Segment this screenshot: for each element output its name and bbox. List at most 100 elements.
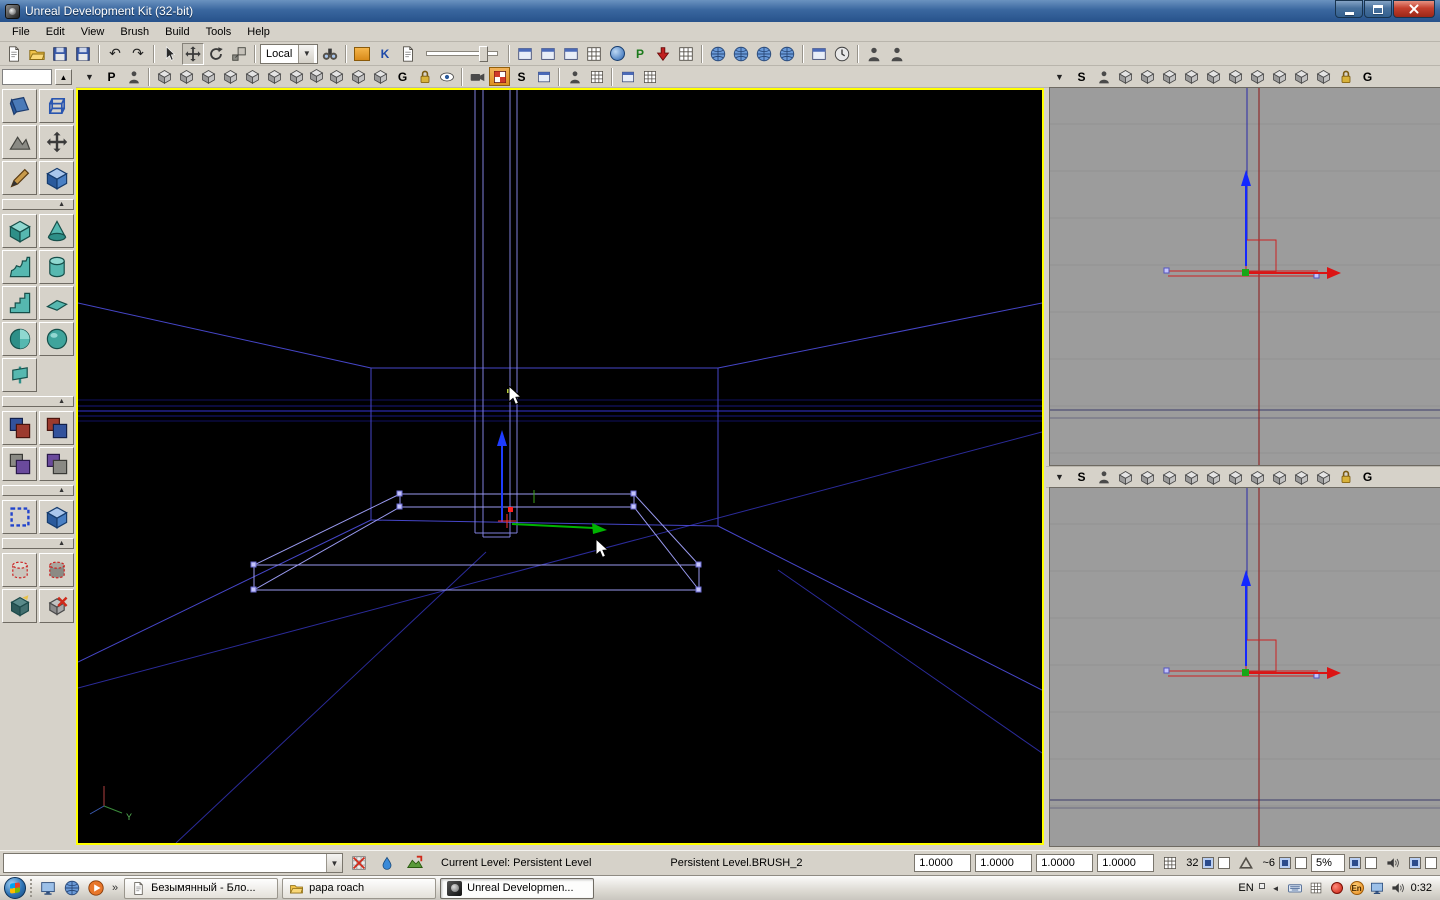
mode-geometry-button[interactable] — [39, 89, 74, 123]
search-button[interactable] — [319, 43, 341, 65]
drawscale-x-field[interactable]: 1.0000 — [914, 854, 971, 872]
chevron-down-icon[interactable]: ▼ — [298, 45, 314, 63]
show-flag-button[interactable] — [1181, 468, 1202, 487]
chevron-down-icon[interactable]: ▼ — [326, 854, 342, 872]
maximize-viewport-button[interactable] — [617, 67, 638, 86]
vertex-handle[interactable] — [1164, 268, 1169, 273]
slider-handle[interactable] — [479, 46, 488, 62]
gizmo-y-arrowhead[interactable] — [592, 523, 607, 534]
add-blocking-volume-button[interactable] — [39, 553, 74, 587]
rotate-tool-button[interactable] — [205, 43, 227, 65]
show-flag-button[interactable] — [1225, 67, 1246, 86]
puppet-button[interactable] — [1093, 67, 1114, 86]
show-flag-button[interactable] — [242, 67, 263, 86]
editor-window-button[interactable] — [808, 43, 830, 65]
menu-build[interactable]: Build — [157, 24, 197, 40]
paint-tool-button[interactable] — [375, 853, 399, 873]
show-flag-button[interactable] — [1269, 468, 1290, 487]
build-geometry-button[interactable] — [707, 43, 729, 65]
viewport-type-perspective[interactable]: P — [101, 67, 122, 86]
show-flag-button[interactable] — [1115, 468, 1136, 487]
show-flag-button[interactable] — [1159, 468, 1180, 487]
show-hidden-button[interactable] — [436, 67, 457, 86]
minimize-button[interactable] — [1335, 0, 1363, 18]
angle-snap-checkbox-2[interactable] — [1295, 857, 1307, 869]
open-file-button[interactable] — [26, 43, 48, 65]
angle-snap-checkbox[interactable] — [1279, 857, 1291, 869]
vertex-handle[interactable] — [1164, 668, 1169, 673]
game-view-toggle[interactable]: G — [1357, 67, 1378, 86]
csg-deintersect-button[interactable] — [39, 447, 74, 481]
show-flag-button[interactable] — [1115, 67, 1136, 86]
grid-snap-button[interactable] — [1158, 853, 1182, 873]
brush-card-button[interactable] — [2, 358, 37, 392]
drawscale-z-field[interactable]: 1.0000 — [1036, 854, 1093, 872]
gizmo-origin[interactable] — [1242, 669, 1249, 676]
puppet-button[interactable] — [123, 67, 144, 86]
punto-language-badge[interactable]: En — [1350, 881, 1364, 895]
media-player-button[interactable] — [86, 878, 106, 898]
mode-texture-align-button[interactable] — [39, 125, 74, 159]
camera-mode-button[interactable] — [467, 67, 488, 86]
section-separator[interactable]: ▲ — [2, 485, 74, 496]
perspective-viewport-canvas[interactable]: Y — [78, 90, 1042, 843]
gizmo-origin[interactable] — [1242, 269, 1249, 276]
player-start-button[interactable] — [564, 67, 585, 86]
section-separator[interactable]: ▲ — [2, 538, 74, 549]
marquee-select-button[interactable] — [2, 500, 37, 534]
scene-manager-button[interactable] — [560, 43, 582, 65]
grid-snap-checkbox-2[interactable] — [1218, 857, 1230, 869]
autosave-checkbox[interactable] — [1349, 857, 1361, 869]
menu-help[interactable]: Help — [239, 24, 278, 40]
show-flag-button[interactable] — [1313, 67, 1334, 86]
build-all-button[interactable] — [776, 43, 798, 65]
ortho-viewport-bottom[interactable] — [1050, 488, 1440, 846]
fullscreen-button[interactable] — [351, 43, 373, 65]
vertex-handles[interactable] — [251, 491, 701, 592]
redo-button[interactable]: ↷ — [127, 43, 149, 65]
menu-view[interactable]: View — [73, 24, 113, 40]
ortho-viewport-canvas[interactable] — [1050, 88, 1440, 465]
show-flag-button[interactable] — [176, 67, 197, 86]
squint-mode-button[interactable]: S — [1071, 67, 1092, 86]
drawscale-field[interactable]: 1.0000 — [1097, 854, 1154, 872]
show-flag-button[interactable] — [1181, 67, 1202, 86]
close-button[interactable] — [1393, 0, 1435, 18]
quicklaunch-overflow[interactable]: » — [110, 882, 120, 894]
section-separator[interactable]: ▲ — [2, 396, 74, 407]
perspective-viewport[interactable]: Y — [76, 88, 1044, 845]
lock-viewport-button[interactable] — [1335, 468, 1356, 487]
show-flag-button[interactable] — [198, 67, 219, 86]
sound-checkbox-2[interactable] — [1425, 857, 1437, 869]
scale-tool-button[interactable] — [228, 43, 250, 65]
punto-switcher-icon[interactable] — [1329, 880, 1345, 896]
show-flag-button[interactable] — [1203, 67, 1224, 86]
grid-toggle-button[interactable] — [586, 67, 607, 86]
select-actor-button[interactable] — [886, 43, 908, 65]
build-paths-button[interactable] — [753, 43, 775, 65]
split-viewport-button[interactable] — [639, 67, 660, 86]
brush-cylinder-button[interactable] — [39, 250, 74, 284]
mode-brush-clip-button[interactable] — [2, 161, 37, 195]
actor-browser-button[interactable] — [537, 43, 559, 65]
taskbar-button-udk[interactable]: Unreal Developmen... — [440, 878, 594, 899]
taskbar-button-notepad[interactable]: Безымянный - Бло... — [124, 878, 278, 899]
world-properties-button[interactable] — [831, 43, 853, 65]
start-button[interactable] — [4, 877, 26, 899]
collapse-section-button[interactable]: ▲ — [55, 69, 72, 85]
grid-snap-checkbox[interactable] — [1202, 857, 1214, 869]
show-flag-button[interactable] — [1269, 67, 1290, 86]
show-desktop-button[interactable] — [38, 878, 58, 898]
show-flag-button[interactable] — [1247, 468, 1268, 487]
menu-edit[interactable]: Edit — [38, 24, 73, 40]
show-flag-button[interactable] — [308, 67, 325, 87]
undo-button[interactable]: ↶ — [104, 43, 126, 65]
maximize-button[interactable] — [1364, 0, 1392, 18]
builder-brush-button[interactable] — [39, 500, 74, 534]
show-flag-button[interactable] — [286, 67, 307, 86]
drawscale-y-field[interactable]: 1.0000 — [975, 854, 1032, 872]
show-flag-button[interactable] — [1313, 468, 1334, 487]
show-flag-button[interactable] — [1247, 67, 1268, 86]
csg-add-button[interactable] — [2, 411, 37, 445]
show-flag-button[interactable] — [220, 67, 241, 86]
